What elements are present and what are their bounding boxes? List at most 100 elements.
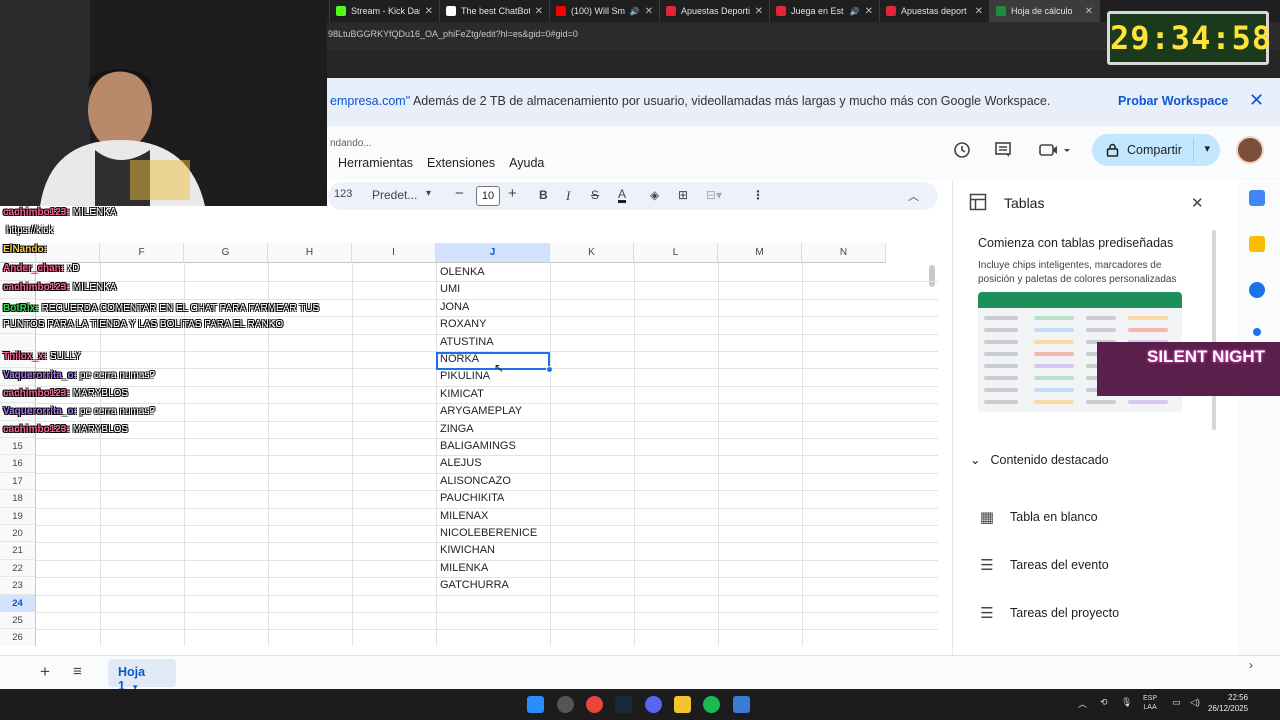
menu-ayuda[interactable]: Ayuda: [509, 156, 544, 170]
more-options-icon[interactable]: ⋮: [752, 188, 764, 202]
cell-j[interactable]: KIMICAT: [440, 386, 484, 403]
row-header[interactable]: 18: [0, 490, 36, 508]
browser-tab[interactable]: (100) Will Sm 🔊 ✕: [550, 0, 660, 22]
merge-cells-icon[interactable]: ⊟▾: [706, 188, 722, 202]
expand-rail-icon[interactable]: ›: [1249, 658, 1265, 674]
steam-icon[interactable]: [615, 696, 632, 713]
share-dropdown-icon[interactable]: ▾: [1204, 142, 1210, 155]
panel-scrollbar[interactable]: [1212, 230, 1216, 430]
cell-j[interactable]: GATCHURRA: [440, 577, 509, 594]
cell-j[interactable]: OLENKA: [440, 264, 485, 281]
cell-j[interactable]: PIKULINA: [440, 368, 490, 385]
calendar-icon[interactable]: [1249, 190, 1265, 206]
column-header-i[interactable]: I: [352, 243, 436, 263]
cell-j[interactable]: NICOLEBERENICE: [440, 525, 537, 542]
menu-extensiones[interactable]: Extensiones: [427, 156, 495, 170]
font-family-select[interactable]: Predet...: [372, 188, 417, 202]
wifi-icon[interactable]: ▭: [1172, 697, 1181, 708]
tray-chevron-icon[interactable]: ︿: [1078, 697, 1087, 710]
column-header-h[interactable]: H: [268, 243, 352, 263]
tasks-icon[interactable]: [1249, 282, 1265, 298]
account-avatar[interactable]: [1236, 136, 1264, 164]
tab-close-icon[interactable]: ✕: [645, 6, 653, 17]
more-formats-button[interactable]: 123: [334, 188, 352, 200]
row-header[interactable]: 15: [0, 438, 36, 456]
close-panel-icon[interactable]: ✕: [1191, 194, 1204, 212]
row-header[interactable]: 21: [0, 542, 36, 560]
start-icon[interactable]: [527, 696, 544, 713]
project-tasks-item[interactable]: ☰ Tareas del proyecto: [978, 604, 1119, 622]
language-indicator[interactable]: ESP LAA: [1143, 694, 1157, 712]
active-cell-j24[interactable]: [436, 352, 550, 370]
cell-j[interactable]: KIWICHAN: [440, 542, 495, 559]
close-banner-icon[interactable]: ✕: [1249, 90, 1264, 111]
browser-tab[interactable]: Apuestas Deporti ✕: [660, 0, 770, 22]
cell-j[interactable]: ATUSTINA: [440, 334, 494, 351]
tab-close-icon[interactable]: ✕: [865, 6, 873, 17]
browser-tab[interactable]: Apuestas deport ✕: [880, 0, 990, 22]
font-size-field[interactable]: 10: [476, 186, 500, 206]
folder-icon[interactable]: [674, 696, 691, 713]
tab-close-icon[interactable]: ✕: [1085, 6, 1093, 17]
cell-j[interactable]: ARYGAMEPLAY: [440, 403, 522, 420]
column-header-l[interactable]: L: [634, 243, 718, 263]
column-header-j[interactable]: J: [436, 243, 550, 263]
text-color-icon[interactable]: A: [618, 188, 627, 203]
chrome-icon[interactable]: [586, 696, 603, 713]
strikethrough-icon[interactable]: S: [591, 188, 599, 202]
url-text[interactable]: 98LtuBGGRKYfQDu16_OA_phiFeZtg/edit?hl=es…: [328, 29, 578, 39]
try-workspace-link[interactable]: Probar Workspace: [1118, 94, 1228, 108]
increase-font-icon[interactable]: +: [508, 185, 517, 202]
italic-icon[interactable]: I: [566, 188, 570, 204]
row-header[interactable]: 20: [0, 525, 36, 543]
row-header[interactable]: 24: [0, 594, 36, 612]
featured-section-toggle[interactable]: ⌄ Contenido destacado: [970, 452, 1109, 467]
row-header[interactable]: 22: [0, 559, 36, 578]
tab-close-icon[interactable]: ✕: [975, 6, 983, 17]
cell-j[interactable]: UMI: [440, 281, 460, 298]
fill-handle[interactable]: [546, 366, 553, 373]
add-sheet-icon[interactable]: +: [40, 662, 50, 682]
app-icon[interactable]: [557, 696, 574, 713]
calculator-icon[interactable]: [733, 696, 750, 713]
all-sheets-icon[interactable]: ≡: [73, 663, 82, 680]
vertical-scrollbar[interactable]: [929, 265, 935, 287]
font-dropdown-icon[interactable]: ▾: [426, 188, 431, 199]
cell-j[interactable]: ALISONCAZO: [440, 473, 511, 490]
tab-close-icon[interactable]: ✕: [755, 6, 763, 17]
row-header[interactable]: [0, 333, 36, 351]
discord-icon[interactable]: [645, 696, 662, 713]
cell-j[interactable]: ROXANY: [440, 316, 486, 333]
contacts-icon[interactable]: [1253, 328, 1261, 336]
cell-j[interactable]: ZINGA: [440, 421, 474, 438]
share-button[interactable]: Compartir ▾: [1092, 134, 1220, 166]
taskbar-clock[interactable]: 22:56 26/12/2025: [1208, 692, 1248, 714]
volume-icon[interactable]: ◁): [1190, 697, 1200, 708]
collapse-toolbar-icon[interactable]: ︿: [908, 188, 919, 204]
browser-tab[interactable]: Hoja de cálculo ✕: [990, 0, 1100, 22]
browser-tab[interactable]: Juega en Est 🔊 ✕: [770, 0, 880, 22]
row-header[interactable]: 16: [0, 455, 36, 473]
cell-j[interactable]: MILENAX: [440, 508, 488, 525]
cell-j[interactable]: PAUCHIKITA: [440, 490, 504, 507]
tab-audio-icon[interactable]: 🔊: [630, 7, 640, 16]
row-header[interactable]: 17: [0, 472, 36, 491]
browser-tab[interactable]: The best ChatBot ✕: [440, 0, 550, 22]
comments-icon[interactable]: [992, 140, 1014, 162]
cell-j[interactable]: MILENKA: [440, 560, 488, 577]
bold-icon[interactable]: B: [539, 188, 548, 202]
fill-color-icon[interactable]: ◈: [650, 188, 659, 202]
tab-audio-icon[interactable]: 🔊: [850, 7, 860, 16]
column-header-n[interactable]: N: [802, 243, 886, 263]
cell-j[interactable]: BALIGAMINGS: [440, 438, 516, 455]
microphone-icon[interactable]: 🎙: [1121, 697, 1132, 708]
keep-icon[interactable]: [1249, 236, 1265, 252]
menu-herramientas[interactable]: Herramientas: [338, 156, 413, 170]
row-header[interactable]: 19: [0, 507, 36, 525]
column-header-m[interactable]: M: [718, 243, 802, 263]
cell-j[interactable]: JONA: [440, 299, 469, 316]
column-header-k[interactable]: K: [550, 243, 634, 263]
column-header-f[interactable]: F: [100, 243, 184, 263]
meet-icon[interactable]: [1038, 140, 1072, 162]
spotify-icon[interactable]: [703, 696, 720, 713]
